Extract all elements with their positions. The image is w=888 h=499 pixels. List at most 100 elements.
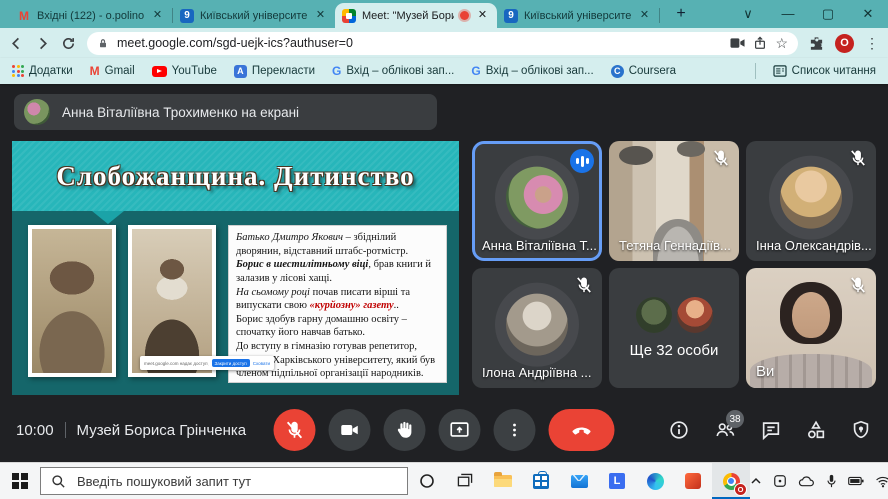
l-app-icon[interactable]: L <box>598 463 636 499</box>
bookmark-coursera[interactable]: C Coursera <box>611 65 676 78</box>
tab-title: Meet: "Музей Бориса <box>362 10 454 22</box>
reading-list-icon <box>773 65 787 77</box>
file-explorer-icon[interactable] <box>484 463 522 499</box>
present-screen-button[interactable] <box>439 409 481 451</box>
url-bar[interactable]: meet.google.com/sgd-uejk-ics?authuser=0 … <box>87 32 798 55</box>
call-buttons <box>274 409 615 451</box>
participants-icon[interactable]: 38 <box>713 419 737 441</box>
video-detail <box>619 146 653 165</box>
browser-toolbar: meet.google.com/sgd-uejk-ics?authuser=0 … <box>0 28 888 58</box>
lock-icon <box>97 37 109 50</box>
camera-in-use-icon[interactable] <box>730 37 745 49</box>
mic-toggle-button[interactable] <box>274 409 316 451</box>
bookmark-gmail[interactable]: M Gmail <box>90 64 135 78</box>
edge-icon[interactable] <box>636 463 674 499</box>
slide-header: Слобожанщина. Дитинство <box>12 141 459 211</box>
bookmark-youtube[interactable]: YouTube <box>152 65 217 77</box>
url-text[interactable]: meet.google.com/sgd-uejk-ics?authuser=0 <box>117 36 722 50</box>
windows-logo-icon <box>12 473 28 489</box>
tray-mic-icon[interactable] <box>826 474 837 488</box>
extensions-icon[interactable] <box>809 36 824 51</box>
share-icon[interactable] <box>753 36 767 50</box>
presentation-tile[interactable]: Слобожанщина. Дитинство Батько Дмитро Як… <box>12 141 459 395</box>
search-icon <box>51 474 66 489</box>
chat-icon[interactable] <box>760 419 782 441</box>
microsoft-store-icon[interactable] <box>522 463 560 499</box>
tray-app-icon[interactable] <box>773 474 787 488</box>
taskbar-search[interactable] <box>40 467 408 495</box>
participant-tile-inna[interactable]: Інна Олександрів... <box>746 141 876 261</box>
chrome-taskbar-icon[interactable]: O <box>712 463 750 499</box>
participant-tile-self[interactable]: Ви <box>746 268 876 388</box>
coursera-icon: C <box>611 65 624 78</box>
activities-icon[interactable] <box>805 419 827 441</box>
tab-meet-active[interactable]: Meet: "Музей Бориса ✕ <box>335 3 497 28</box>
participants-count-badge: 38 <box>726 410 744 428</box>
meeting-name: Музей Бориса Грінченка <box>77 422 247 439</box>
gmail-favicon: M <box>17 9 31 23</box>
reload-icon[interactable] <box>61 36 76 51</box>
more-options-button[interactable] <box>494 409 536 451</box>
avatar-ring <box>495 283 579 367</box>
participant-grid: Анна Віталіївна Т... Тетяна Геннадіїв... <box>472 141 876 395</box>
mic-off-icon <box>848 148 868 168</box>
presenter-avatar <box>24 99 50 125</box>
tab-university-2[interactable]: 9 Київський університет ім ✕ <box>497 3 659 28</box>
more-participants-label: Ще 32 особи <box>630 342 719 359</box>
avatar-ring <box>769 156 853 240</box>
youtube-icon <box>152 66 167 77</box>
search-input[interactable] <box>75 473 397 490</box>
meeting-details-icon[interactable] <box>668 419 690 441</box>
host-controls-icon[interactable] <box>850 419 872 441</box>
mail-app-icon[interactable] <box>560 463 598 499</box>
profile-avatar[interactable]: O <box>835 34 854 53</box>
new-tab-button[interactable]: + <box>668 1 694 27</box>
wifi-icon[interactable] <box>875 475 888 488</box>
participant-tile-tetiana[interactable]: Тетяна Геннадіїв... <box>609 141 739 261</box>
bookmarks-bar: Додатки M Gmail YouTube A Перекласти G В… <box>0 58 888 84</box>
bookmark-label: Gmail <box>105 65 135 77</box>
office-icon[interactable] <box>674 463 712 499</box>
hidden-icons-chevron[interactable] <box>750 476 762 486</box>
participant-tile-ilona[interactable]: Ілона Андріївна ... <box>472 268 602 388</box>
bookmark-star-icon[interactable]: ☆ <box>775 36 788 50</box>
reading-list-button[interactable]: Список читання <box>773 65 876 77</box>
university-favicon: 9 <box>504 9 518 23</box>
tab-university-1[interactable]: 9 Київський університет ім ✕ <box>173 3 335 28</box>
task-view-button[interactable] <box>446 463 484 499</box>
camera-toggle-button[interactable] <box>329 409 371 451</box>
end-call-button[interactable] <box>549 409 615 451</box>
participant-name: Тетяна Геннадіїв... <box>619 238 731 253</box>
close-window-button[interactable]: ✕ <box>848 0 888 28</box>
bookmark-google-signin-2[interactable]: G Вхід – облікові зап... <box>471 64 593 78</box>
slide-header-notch <box>92 211 124 224</box>
meet-control-bar: 10:00 Музей Бориса Грінченка <box>0 398 888 462</box>
recording-indicator-icon <box>460 11 469 20</box>
bookmark-translate[interactable]: A Перекласти <box>234 65 315 78</box>
bookmark-apps[interactable]: Додатки <box>12 65 73 77</box>
maximize-button[interactable]: ▢ <box>808 0 848 28</box>
participant-tile-anna[interactable]: Анна Віталіївна Т... <box>472 141 602 261</box>
tab-close-icon[interactable]: ✕ <box>637 8 652 23</box>
battery-icon[interactable] <box>848 476 864 486</box>
video-detail <box>677 141 706 157</box>
cortana-button[interactable] <box>408 463 446 499</box>
back-icon[interactable] <box>9 36 24 51</box>
tab-close-icon[interactable]: ✕ <box>150 8 165 23</box>
tab-title: Київський університет ім <box>524 10 631 22</box>
tab-close-icon[interactable]: ✕ <box>313 8 328 23</box>
start-button[interactable] <box>0 463 40 499</box>
presenting-banner-text: Анна Віталіївна Трохименко на екрані <box>62 105 299 120</box>
minimize-button[interactable]: — <box>768 0 808 28</box>
avatar-ring <box>495 156 579 240</box>
forward-icon[interactable] <box>35 36 50 51</box>
browser-menu-icon[interactable]: ⋮ <box>865 35 879 52</box>
window-controls: ∨ — ▢ ✕ <box>728 0 888 28</box>
tab-close-icon[interactable]: ✕ <box>475 8 490 23</box>
raise-hand-button[interactable] <box>384 409 426 451</box>
tab-gmail[interactable]: M Вхідні (122) - o.polinok@k ✕ <box>10 3 172 28</box>
bookmark-google-signin-1[interactable]: G Вхід – облікові зап... <box>332 64 454 78</box>
tab-search-icon[interactable]: ∨ <box>728 0 768 28</box>
participant-tile-overflow[interactable]: Ще 32 особи <box>609 268 739 388</box>
onedrive-cloud-icon[interactable] <box>798 475 815 487</box>
